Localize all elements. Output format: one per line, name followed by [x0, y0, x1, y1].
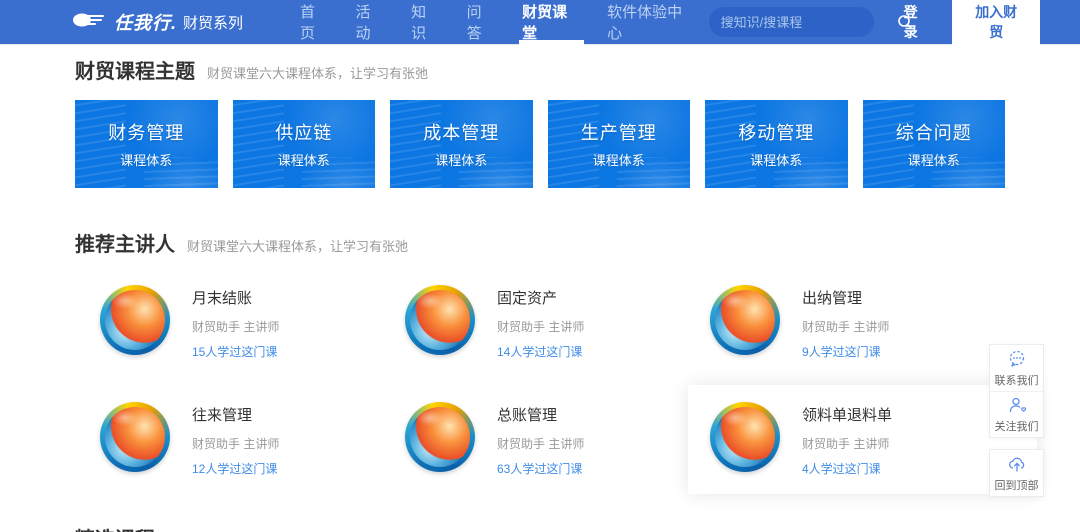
- topic-card-subtitle: 课程体系: [435, 150, 487, 169]
- nav-item-experience-center[interactable]: 软件体验中心: [594, 0, 709, 45]
- topic-card-mobile[interactable]: 移动管理 课程体系: [705, 100, 848, 188]
- instructor-meta: 财贸助手 主讲师: [497, 435, 584, 452]
- instructor-meta: 财贸助手 主讲师: [802, 435, 892, 452]
- nav-item-qa[interactable]: 问答: [454, 0, 510, 45]
- floating-group-bottom: 回到顶部: [989, 449, 1044, 497]
- courses-title: 精选课程: [75, 523, 155, 532]
- search-input[interactable]: [721, 15, 897, 30]
- topic-cards-grid: 财务管理 课程体系 供应链 课程体系 成本管理 课程体系 生产管理 课程体系 移…: [75, 100, 1005, 188]
- learner-count-link[interactable]: 63人学过这门课: [497, 460, 584, 477]
- learner-count-link[interactable]: 4人学过这门课: [802, 460, 892, 477]
- topic-card-cost[interactable]: 成本管理 课程体系: [390, 100, 533, 188]
- topics-subtitle: 财贸课堂六大课程体系，让学习有张弛: [207, 63, 428, 82]
- main-nav: 首页 活动 知识 问答 财贸课堂 软件体验中心: [287, 0, 709, 45]
- floating-action-column: 联系我们 关注我们 回到顶部: [989, 344, 1044, 497]
- learner-count-link[interactable]: 12人学过这门课: [192, 460, 279, 477]
- topic-card-supply-chain[interactable]: 供应链 课程体系: [233, 100, 376, 188]
- course-title: 出纳管理: [802, 287, 889, 308]
- search-box[interactable]: [709, 7, 874, 37]
- instructors-section-header: 推荐主讲人 财贸课堂六大课程体系，让学习有张弛: [75, 228, 1005, 257]
- instructors-title: 推荐主讲人: [75, 228, 175, 257]
- topic-card-subtitle: 课程体系: [120, 150, 172, 169]
- instructor-card[interactable]: 固定资产 财贸助手 主讲师 14人学过这门课: [405, 285, 710, 360]
- topic-card-title: 生产管理: [581, 119, 657, 145]
- topics-section-header: 财贸课程主题 财贸课堂六大课程体系，让学习有张弛: [75, 55, 1005, 84]
- person-heart-icon: [1007, 395, 1027, 415]
- page-content: 财贸课程主题 财贸课堂六大课程体系，让学习有张弛 财务管理 课程体系 供应链 课…: [0, 55, 1080, 532]
- nav-item-activity[interactable]: 活动: [343, 0, 399, 45]
- cloud-up-arrow-icon: [1007, 454, 1027, 474]
- instructor-avatar: [100, 285, 170, 355]
- learner-count-link[interactable]: 15人学过这门课: [192, 343, 279, 360]
- join-button[interactable]: 加入财贸: [952, 0, 1040, 50]
- instructor-card-highlighted[interactable]: 领料单退料单 财贸助手 主讲师 4人学过这门课: [688, 385, 1037, 494]
- topic-card-title: 综合问题: [896, 119, 972, 145]
- brand-logo[interactable]: 任我行. 财贸系列: [72, 9, 243, 35]
- topic-card-title: 财务管理: [108, 119, 184, 145]
- instructor-card[interactable]: 月末结账 财贸助手 主讲师 15人学过这门课: [100, 285, 405, 360]
- courses-section-header: 精选课程 财贸课堂六大课程体系，让学习有张弛: [75, 523, 1005, 532]
- instructors-subtitle: 财贸课堂六大课程体系，让学习有张弛: [187, 236, 408, 255]
- topic-card-subtitle: 课程体系: [908, 150, 960, 169]
- chat-icon: [1007, 349, 1027, 369]
- topic-card-finance[interactable]: 财务管理 课程体系: [75, 100, 218, 188]
- course-title: 往来管理: [192, 404, 279, 425]
- instructor-meta: 财贸助手 主讲师: [192, 318, 279, 335]
- contact-us-button[interactable]: 联系我们: [990, 345, 1043, 391]
- topic-card-general[interactable]: 综合问题 课程体系: [863, 100, 1006, 188]
- logo-suffix-text: 财贸系列: [183, 12, 243, 33]
- instructor-card[interactable]: 出纳管理 财贸助手 主讲师 9人学过这门课: [710, 285, 1015, 360]
- instructor-card[interactable]: 往来管理 财贸助手 主讲师 12人学过这门课: [100, 402, 405, 477]
- instructor-avatar: [100, 402, 170, 472]
- topic-card-title: 供应链: [275, 119, 332, 145]
- nav-item-classroom[interactable]: 财贸课堂: [509, 0, 594, 45]
- instructor-meta: 财贸助手 主讲师: [497, 318, 584, 335]
- instructor-avatar: [405, 285, 475, 355]
- nav-item-home[interactable]: 首页: [287, 0, 343, 45]
- floating-group-top: 联系我们 关注我们: [989, 344, 1044, 438]
- topic-card-production[interactable]: 生产管理 课程体系: [548, 100, 691, 188]
- instructor-card[interactable]: 总账管理 财贸助手 主讲师 63人学过这门课: [405, 402, 710, 477]
- course-title: 固定资产: [497, 287, 584, 308]
- instructor-cards-grid: 月末结账 财贸助手 主讲师 15人学过这门课 固定资产 财贸助手 主讲师 14人…: [100, 285, 1005, 477]
- topics-title: 财贸课程主题: [75, 55, 195, 84]
- topic-card-subtitle: 课程体系: [278, 150, 330, 169]
- follow-us-label: 关注我们: [995, 418, 1039, 434]
- follow-us-button[interactable]: 关注我们: [990, 391, 1043, 437]
- top-navbar: 任我行. 财贸系列 首页 活动 知识 问答 财贸课堂 软件体验中心 登录 加入财…: [0, 0, 1080, 45]
- back-to-top-button[interactable]: 回到顶部: [990, 450, 1043, 496]
- topic-card-subtitle: 课程体系: [750, 150, 802, 169]
- back-to-top-label: 回到顶部: [995, 477, 1039, 493]
- instructor-avatar: [710, 285, 780, 355]
- comet-icon: [72, 10, 114, 35]
- nav-item-knowledge[interactable]: 知识: [398, 0, 454, 45]
- instructor-meta: 财贸助手 主讲师: [802, 318, 889, 335]
- learner-count-link[interactable]: 14人学过这门课: [497, 343, 584, 360]
- topic-card-subtitle: 课程体系: [593, 150, 645, 169]
- course-title: 月末结账: [192, 287, 279, 308]
- login-link[interactable]: 登录: [904, 2, 931, 42]
- contact-us-label: 联系我们: [995, 372, 1039, 388]
- topic-card-title: 移动管理: [738, 119, 814, 145]
- instructor-avatar: [405, 402, 475, 472]
- course-title: 领料单退料单: [802, 404, 892, 425]
- instructor-meta: 财贸助手 主讲师: [192, 435, 279, 452]
- course-title: 总账管理: [497, 404, 584, 425]
- instructor-avatar: [710, 402, 780, 472]
- logo-brand-text: 任我行.: [114, 9, 177, 35]
- header-right: 登录 加入财贸: [709, 0, 1040, 50]
- topic-card-title: 成本管理: [423, 119, 499, 145]
- learner-count-link[interactable]: 9人学过这门课: [802, 343, 889, 360]
